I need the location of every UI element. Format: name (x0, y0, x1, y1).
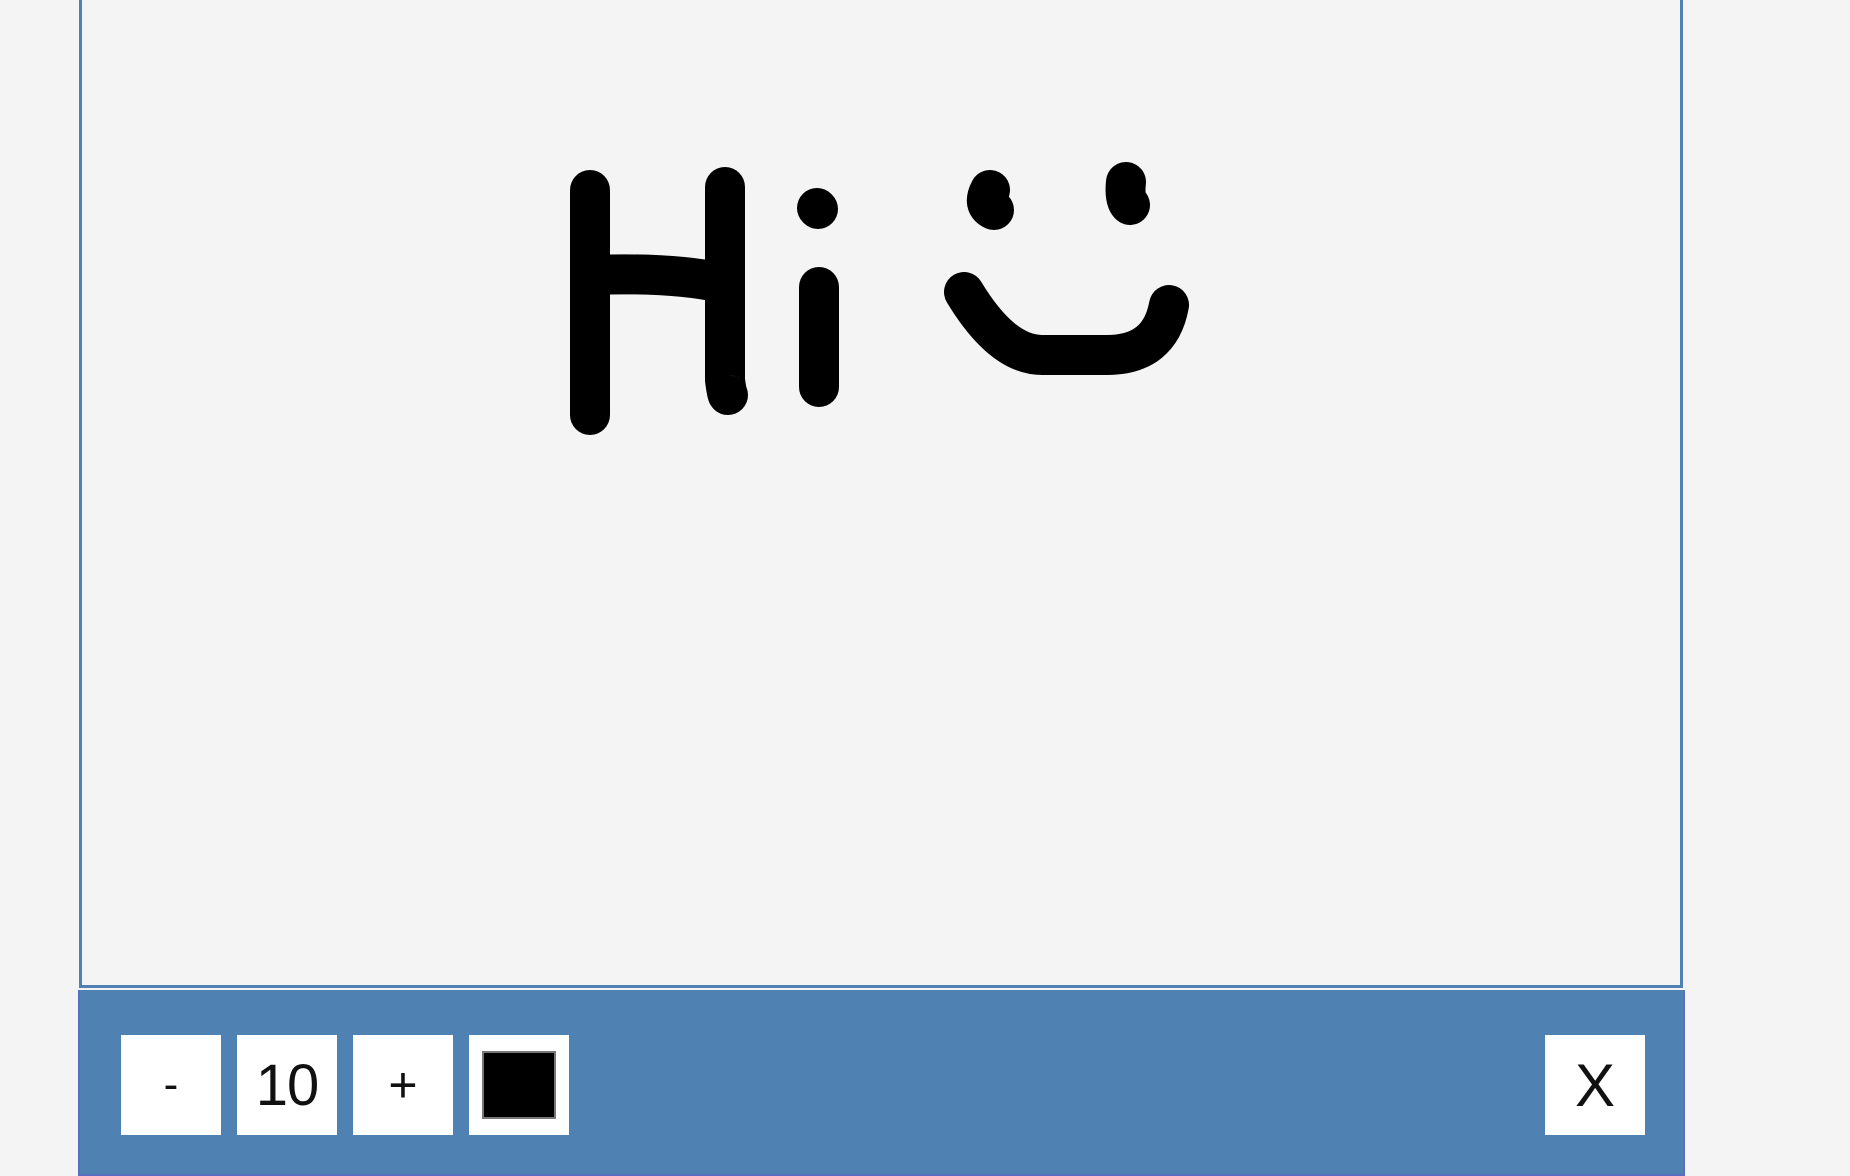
color-picker-button[interactable] (469, 1035, 569, 1135)
stroke-eye-left (966, 170, 1014, 230)
drawing-app: - 10 + X (0, 0, 1850, 1176)
stroke-i-dot (797, 188, 838, 229)
stroke-eye-right (1105, 162, 1150, 225)
decrease-size-button[interactable]: - (121, 1035, 221, 1135)
stroke-h-crossbar (572, 254, 742, 303)
increase-size-button[interactable]: + (353, 1035, 453, 1135)
stroke-mouth (944, 272, 1189, 375)
color-swatch (482, 1051, 556, 1119)
brush-toolbar: - 10 + X (78, 990, 1685, 1176)
drawing-strokes (570, 162, 1189, 435)
drawing-canvas[interactable] (79, 0, 1683, 988)
close-button[interactable]: X (1545, 1035, 1645, 1135)
brush-size-display: 10 (237, 1035, 337, 1135)
